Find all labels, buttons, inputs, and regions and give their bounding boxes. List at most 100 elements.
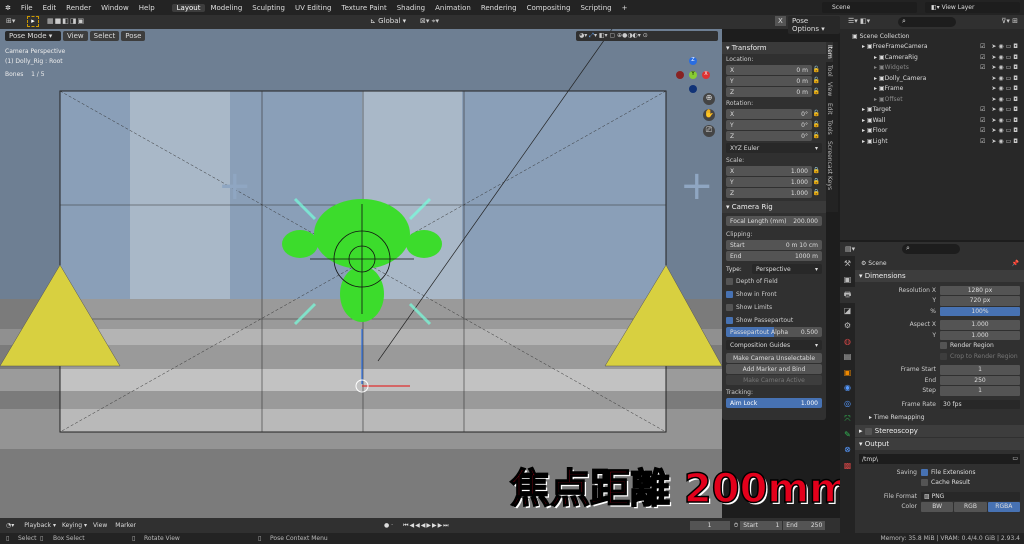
texture-tab-icon[interactable]: ▩: [840, 458, 855, 474]
visibility-toggles[interactable]: ➤◉▭◘: [991, 85, 1020, 92]
tab-compositing[interactable]: Compositing: [522, 4, 576, 12]
tab-rendering[interactable]: Rendering: [476, 4, 522, 12]
location-y[interactable]: Y 0 m: [726, 76, 812, 86]
navigation-gizmo[interactable]: Z Y X: [668, 57, 718, 93]
focal-length-field[interactable]: Focal Length (mm) 200.000: [726, 216, 822, 226]
outliner-item[interactable]: ▸ ▣ Light ☑ ➤◉▭◘: [840, 136, 1024, 147]
folder-icon[interactable]: ▭: [1012, 455, 1018, 462]
show-in-front-checkbox[interactable]: Show in Front: [722, 288, 826, 301]
pan-hand-icon[interactable]: ✋: [703, 109, 715, 121]
frame-end[interactable]: End 250: [855, 375, 1024, 386]
marker-menu[interactable]: Marker: [115, 522, 136, 529]
3d-viewport[interactable]: + + Pose Mode ▾ View Select Pose ◕▾ ⤢▾ ◧…: [0, 29, 722, 518]
frame-start[interactable]: Frame Start 1: [855, 365, 1024, 376]
visibility-toggles[interactable]: ☑ ➤◉▭◘: [980, 54, 1020, 61]
tab-sculpting[interactable]: Sculpting: [247, 4, 290, 12]
dimensions-header[interactable]: ▾ Dimensions: [855, 270, 1024, 282]
render-tab-icon[interactable]: ▣: [840, 272, 855, 288]
output-path-field[interactable]: /tmp\ ▭: [859, 454, 1020, 464]
collection-tab-icon[interactable]: ▤: [840, 349, 855, 365]
unlock-icon[interactable]: 🔓: [813, 77, 820, 84]
bone-constraint-tab-icon[interactable]: ⊗: [840, 442, 855, 458]
show-passepartout-checkbox[interactable]: Show Passepartout: [722, 314, 826, 327]
rotation-y[interactable]: Y 0°: [726, 120, 812, 130]
file-format-dropdown[interactable]: File Format ▨ PNG: [855, 491, 1024, 502]
visibility-toggles[interactable]: ☑ ➤◉▭◘: [980, 64, 1020, 71]
scene-tab-icon[interactable]: ⚙: [840, 318, 855, 334]
rotation-x[interactable]: X 0°: [726, 109, 812, 119]
unlock-icon[interactable]: 🔓: [813, 132, 820, 139]
gizmo-x[interactable]: X: [702, 71, 710, 79]
visibility-toggles[interactable]: ➤◉▭◘: [991, 75, 1020, 82]
color-rgba[interactable]: RGBA: [987, 502, 1020, 512]
outliner-item[interactable]: ▸ ▣ Frame ➤◉▭◘: [840, 84, 1024, 95]
menu-file[interactable]: File: [16, 4, 38, 12]
tab-screencast-keys[interactable]: Screencast Keys: [826, 138, 833, 193]
resolution-y[interactable]: Y 720 px: [855, 296, 1024, 307]
outliner-item[interactable]: ▸ ▣ Target ☑ ➤◉▭◘: [840, 105, 1024, 116]
tab-texture-paint[interactable]: Texture Paint: [337, 4, 392, 12]
outliner-item[interactable]: ▸ ▣ FreeFrameCamera ☑ ➤◉▭◘: [840, 42, 1024, 53]
tab-tools[interactable]: Tools: [826, 117, 833, 138]
dof-checkbox[interactable]: Depth of Field: [722, 275, 826, 288]
clip-start-field[interactable]: Start 0 m 10 cm: [726, 240, 822, 250]
gizmo-neg-x[interactable]: [676, 71, 684, 79]
view-menu[interactable]: View: [63, 31, 88, 41]
location-z[interactable]: Z 0 m: [726, 87, 812, 97]
view-menu[interactable]: View: [93, 522, 107, 529]
camera-view-icon[interactable]: ⎚: [703, 125, 715, 137]
aim-lock-slider[interactable]: Aim Lock 1.000: [726, 398, 822, 408]
visibility-toggles[interactable]: ➤◉▭◘: [991, 96, 1020, 103]
tab-animation[interactable]: Animation: [430, 4, 476, 12]
lock-icon[interactable]: 🔒: [813, 178, 820, 185]
composition-guides-dropdown[interactable]: Composition Guides ▾: [726, 340, 822, 350]
pose-menu[interactable]: Pose: [121, 31, 146, 41]
scale-y[interactable]: Y 1.000: [726, 177, 812, 187]
transform-panel-header[interactable]: ▾ Transform: [722, 42, 826, 54]
editor-type-icon[interactable]: ⊞▾: [6, 17, 15, 25]
viewport-shading-controls[interactable]: ◕▾ ⤢▾ ◧▾ ▢ ⊕●◑◐▾ ⊙: [576, 31, 718, 41]
location-x[interactable]: X 0 m: [726, 65, 812, 75]
output-tab-icon[interactable]: 🖶: [840, 287, 855, 303]
mode-dropdown[interactable]: Pose Mode ▾: [5, 31, 61, 41]
x-mirror-toggle[interactable]: X: [775, 16, 786, 26]
playback-menu[interactable]: Playback ▾: [24, 522, 56, 529]
select-mode-icons[interactable]: ▦■◧◨▣: [47, 17, 85, 25]
tab-layout[interactable]: Layout: [171, 3, 206, 12]
outliner-item[interactable]: ▸ ▣ Widgets ☑ ➤◉▭◘: [840, 63, 1024, 74]
tab-modeling[interactable]: Modeling: [205, 4, 247, 12]
stereoscopy-header[interactable]: ▸ Stereoscopy: [855, 425, 1024, 437]
display-mode-icon[interactable]: ☰▾ ◧▾: [848, 17, 870, 25]
add-marker-button[interactable]: Add Marker and Bind: [726, 364, 822, 374]
select-tool-icon[interactable]: ▸: [27, 16, 39, 27]
scene-collection[interactable]: ▣ Scene Collection: [840, 31, 1024, 42]
outliner-item[interactable]: ▸ ▣ CameraRig ☑ ➤◉▭◘: [840, 52, 1024, 63]
blender-logo-icon[interactable]: ✲: [0, 4, 16, 12]
gizmo-y[interactable]: Y: [689, 71, 697, 79]
clip-end-field[interactable]: End 1000 m: [726, 251, 822, 261]
passepartout-alpha-slider[interactable]: Passepartout Alpha 0.500: [726, 327, 822, 337]
filter-icon[interactable]: ⊽▾ ⊞: [1001, 17, 1018, 25]
scale-z[interactable]: Z 1.000: [726, 188, 812, 198]
scale-x[interactable]: X 1.000: [726, 166, 812, 176]
zoom-icon[interactable]: ⊕: [703, 93, 715, 105]
visibility-toggles[interactable]: ☑ ➤◉▭◘: [980, 43, 1020, 50]
rotation-z[interactable]: Z 0°: [726, 131, 812, 141]
tab-view[interactable]: View: [826, 79, 833, 99]
aspect-x[interactable]: Aspect X 1.000: [855, 320, 1024, 331]
type-dropdown[interactable]: Perspective ▾: [752, 264, 822, 274]
visibility-toggles[interactable]: ☑ ➤◉▭◘: [980, 117, 1020, 124]
frame-step[interactable]: Step 1: [855, 386, 1024, 397]
constraint-tab-icon[interactable]: ⤧: [840, 411, 855, 427]
tab-uv-editing[interactable]: UV Editing: [290, 4, 337, 12]
tool-tab-icon[interactable]: ⚒: [840, 256, 855, 272]
modifier-tab-icon[interactable]: ◉: [840, 380, 855, 396]
outliner-item[interactable]: ▸ ▣ Dolly_Camera ➤◉▭◘: [840, 73, 1024, 84]
unlock-icon[interactable]: 🔓: [813, 66, 820, 73]
current-frame-field[interactable]: 1: [689, 521, 730, 530]
editor-type-icon[interactable]: ◔▾: [6, 522, 14, 529]
menu-render[interactable]: Render: [61, 4, 96, 12]
menu-window[interactable]: Window: [96, 4, 134, 12]
render-region-checkbox[interactable]: Render Region: [855, 341, 1024, 352]
aspect-y[interactable]: Y 1.000: [855, 330, 1024, 341]
